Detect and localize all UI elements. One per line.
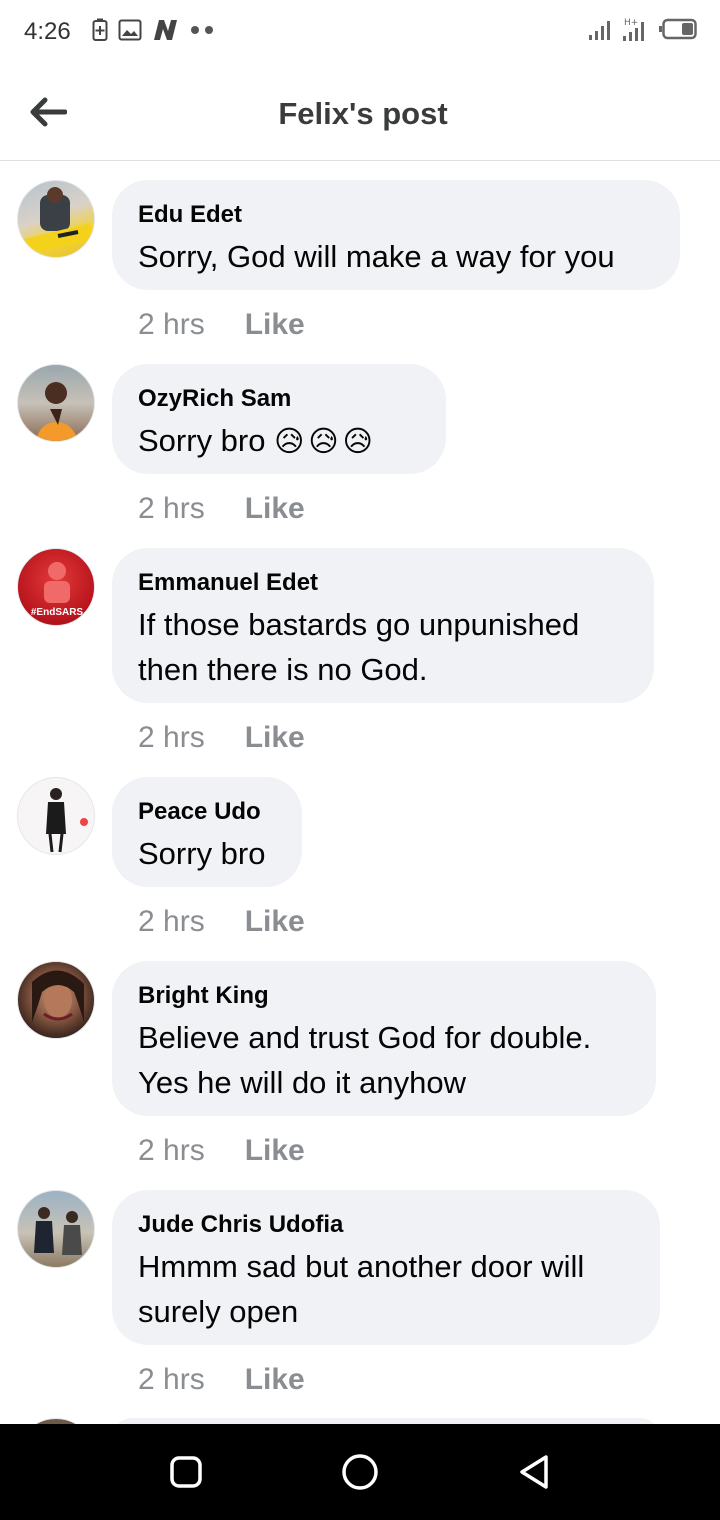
comment-text: Sorry, God will make a way for you	[138, 239, 615, 274]
comment-meta: 2 hrs Like	[138, 905, 305, 939]
comment-meta: 2 hrs Like	[138, 492, 305, 526]
avatar-photo	[34, 1207, 82, 1255]
avatar-photo	[36, 382, 78, 441]
comment-text: Sorry bro 😥😥😥	[138, 423, 377, 458]
crying-emoji: 😥😥😥	[274, 426, 377, 458]
avatar-photo: #EndSARS	[31, 562, 84, 618]
status-time: 4:26	[24, 18, 71, 45]
back-icon	[520, 1455, 548, 1489]
like-button[interactable]: Like	[245, 308, 305, 342]
status-bar: 4:26 H+	[0, 0, 720, 64]
comment-text: Believe and trust God for double. Yes he…	[138, 1020, 592, 1100]
comment-bubble[interactable]: Emmanuel Edet If those bastards go unpun…	[112, 548, 654, 703]
comment-bubble[interactable]: Peace Udo Sorry bro	[112, 777, 302, 887]
comment-author[interactable]: Jude Chris Udofia	[138, 1210, 634, 1240]
system-nav-bar	[0, 1424, 720, 1520]
like-button[interactable]: Like	[245, 1134, 305, 1168]
comment-time[interactable]: 2 hrs	[138, 1363, 205, 1397]
avatar[interactable]	[17, 961, 95, 1039]
avatar[interactable]	[17, 364, 95, 442]
status-icons-left	[92, 18, 214, 42]
more-dots-icon	[191, 26, 213, 34]
app-header: Felix's post	[0, 64, 720, 161]
avatar-photo	[32, 970, 84, 1022]
comment-text: Sorry bro	[138, 836, 266, 871]
comment-author[interactable]: Emmanuel Edet	[138, 568, 628, 598]
comment-meta: 2 hrs Like	[138, 1134, 305, 1168]
comment-author[interactable]: OzyRich Sam	[138, 384, 420, 414]
nav-back-button[interactable]	[512, 1450, 556, 1494]
like-button[interactable]: Like	[245, 905, 305, 939]
signal-ht-icon: H+	[623, 18, 644, 41]
image-icon	[118, 19, 142, 41]
comment-time[interactable]: 2 hrs	[138, 721, 205, 755]
comment-text: If those bastards go unpunished then the…	[138, 607, 580, 687]
comment-bubble[interactable]: Jude Chris Udofia Hmmm sad but another d…	[112, 1190, 660, 1345]
comment-bubble[interactable]: Edu Edet Sorry, God will make a way for …	[112, 180, 680, 290]
avatar-photo	[46, 788, 88, 853]
avatar[interactable]	[17, 1190, 95, 1268]
signal-icon	[589, 21, 610, 40]
comment-bubble[interactable]: OzyRich Sam Sorry bro 😥😥😥	[112, 364, 446, 474]
n-app-icon	[154, 20, 177, 40]
like-button[interactable]: Like	[245, 492, 305, 526]
avatar[interactable]: #EndSARS	[17, 548, 95, 626]
avatar-photo	[24, 187, 92, 253]
comment-bubble[interactable]: Bright King Believe and trust God for do…	[112, 961, 656, 1116]
comment-text: Hmmm sad but another door will surely op…	[138, 1249, 585, 1329]
svg-text:#EndSARS: #EndSARS	[31, 607, 84, 618]
like-button[interactable]: Like	[245, 721, 305, 755]
comment-time[interactable]: 2 hrs	[138, 1134, 205, 1168]
comment-author[interactable]: Peace Udo	[138, 797, 276, 827]
comment-time[interactable]: 2 hrs	[138, 492, 205, 526]
comment-meta: 2 hrs Like	[138, 308, 305, 342]
comment-meta: 2 hrs Like	[138, 721, 305, 755]
avatar[interactable]	[17, 777, 95, 855]
avatar[interactable]	[17, 180, 95, 258]
comment-author[interactable]: Edu Edet	[138, 200, 654, 230]
recent-apps-icon	[170, 1456, 202, 1488]
page-title: Felix's post	[278, 96, 448, 131]
battery-saver-icon	[92, 18, 108, 41]
comment-time[interactable]: 2 hrs	[138, 308, 205, 342]
comment-author[interactable]: Bright King	[138, 981, 630, 1011]
svg-text:H+: H+	[624, 18, 638, 28]
comment-time[interactable]: 2 hrs	[138, 905, 205, 939]
comment-meta: 2 hrs Like	[138, 1363, 305, 1397]
home-icon	[342, 1454, 378, 1490]
like-button[interactable]: Like	[245, 1363, 305, 1397]
battery-icon	[659, 18, 697, 40]
comment-list[interactable]: Edu Edet Sorry, God will make a way for …	[0, 162, 720, 1424]
status-icons-right: H+	[588, 16, 698, 42]
home-button[interactable]	[338, 1450, 382, 1494]
recent-apps-button[interactable]	[164, 1450, 208, 1494]
